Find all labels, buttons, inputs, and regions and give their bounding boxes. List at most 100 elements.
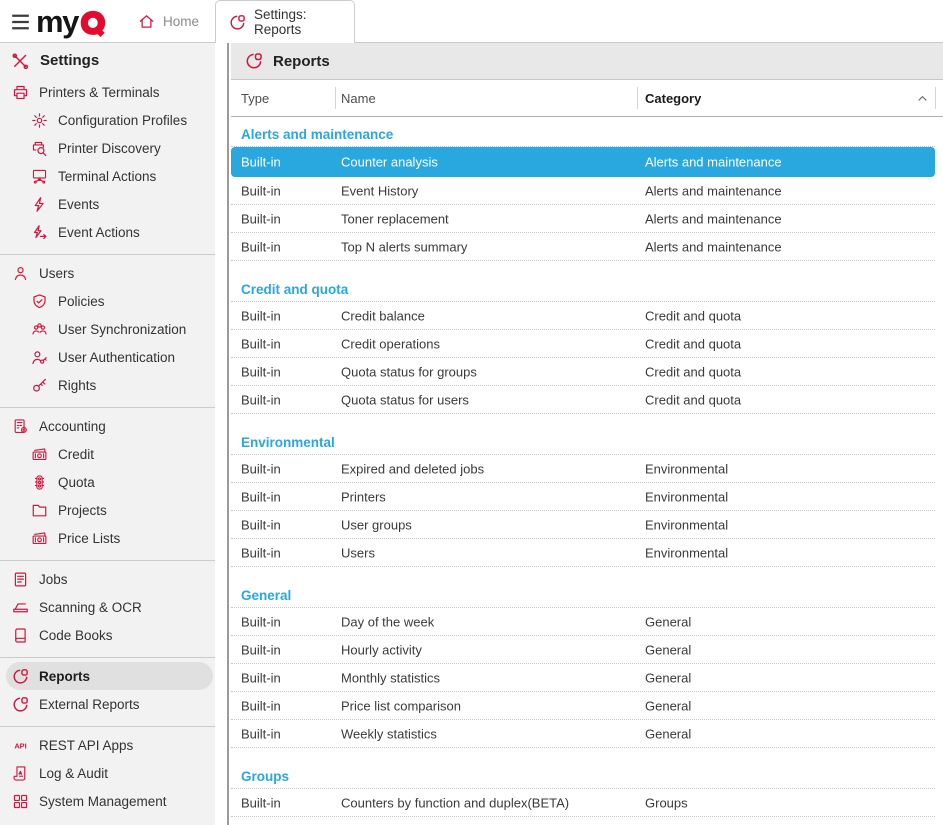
sidebar-item-terminal-actions[interactable]: Terminal Actions <box>0 162 215 190</box>
table-row-quota-status-for-groups[interactable]: Built-inQuota status for groupsCredit an… <box>231 358 935 386</box>
table-row-monthly-statistics[interactable]: Built-inMonthly statisticsGeneral <box>231 664 935 692</box>
sidebar-item-projects[interactable]: Projects <box>0 496 215 524</box>
cell-type: Built-in <box>241 336 281 351</box>
sidebar-item-configuration-profiles[interactable]: Configuration Profiles <box>0 106 215 134</box>
sidebar-item-user-authentication[interactable]: User Authentication <box>0 343 215 371</box>
table-row-credit-operations[interactable]: Built-inCredit operationsCredit and quot… <box>231 330 935 358</box>
scanner-icon <box>12 599 29 616</box>
user-key-icon <box>31 349 48 366</box>
printer-search-icon <box>31 140 48 157</box>
cell-type: Built-in <box>241 698 281 713</box>
table-row-counter-analysis[interactable]: Built-inCounter analysisAlerts and maint… <box>231 147 935 177</box>
cell-name: Price list comparison <box>341 698 461 713</box>
sidebar-item-system-management[interactable]: System Management <box>0 787 215 815</box>
cell-type: Built-in <box>241 795 281 810</box>
tab-settings-reports[interactable]: Settings: Reports <box>215 0 355 43</box>
sidebar-item-jobs[interactable]: Jobs <box>0 565 215 593</box>
sidebar-item-events[interactable]: Events <box>0 190 215 218</box>
cell-name: Credit operations <box>341 336 440 351</box>
sidebar-item-rest-api-apps[interactable]: APIREST API Apps <box>0 731 215 759</box>
scroll-icon <box>12 765 29 782</box>
sidebar-item-rights[interactable]: Rights <box>0 371 215 399</box>
report-group-environmental: Environmental Built-inExpired and deleted… <box>231 431 943 567</box>
cell-type: Built-in <box>241 183 281 198</box>
table-row-top-n-alerts-summary[interactable]: Built-inTop N alerts summaryAlerts and m… <box>231 233 935 261</box>
sidebar-item-user-synchronization[interactable]: User Synchronization <box>0 315 215 343</box>
sidebar-item-label: Event Actions <box>58 225 140 240</box>
sidebar-item-printers-terminals[interactable]: Printers & Terminals <box>0 78 215 106</box>
cell-type: Built-in <box>241 489 281 504</box>
svg-text:API: API <box>14 741 26 750</box>
cell-category: Environmental <box>645 545 728 560</box>
sidebar-item-event-actions[interactable]: Event Actions <box>0 218 215 246</box>
cell-name: Hourly activity <box>341 642 422 657</box>
sidebar-item-reports[interactable]: Reports <box>6 662 213 690</box>
sidebar-item-policies[interactable]: Policies <box>0 287 215 315</box>
main-panel: Reports Type Name Category Alerts and ma… <box>231 43 943 825</box>
sidebar-item-printer-discovery[interactable]: Printer Discovery <box>0 134 215 162</box>
table-row-expired-and-deleted-jobs[interactable]: Built-inExpired and deleted jobsEnvironm… <box>231 455 935 483</box>
table-row-hourly-activity[interactable]: Built-inHourly activityGeneral <box>231 636 935 664</box>
table-row-users[interactable]: Built-inUsersEnvironmental <box>231 539 935 567</box>
cell-type: Built-in <box>241 726 281 741</box>
sidebar-item-label: Log & Audit <box>39 766 108 781</box>
cell-type: Built-in <box>241 614 281 629</box>
sidebar-divider <box>0 726 215 727</box>
logo-q-icon <box>79 9 107 39</box>
group-header: Groups <box>231 765 935 789</box>
column-header-type[interactable]: Type <box>241 80 269 116</box>
tab-home[interactable]: Home <box>138 0 199 42</box>
tab-home-label: Home <box>163 14 199 29</box>
cell-name: Monthly statistics <box>341 670 440 685</box>
cell-name: Event History <box>341 183 418 198</box>
sidebar-item-price-lists[interactable]: Price Lists <box>0 524 215 552</box>
cell-category: Alerts and maintenance <box>645 211 782 226</box>
table-row-day-of-the-week[interactable]: Built-inDay of the weekGeneral <box>231 608 935 636</box>
report-group-credit-and-quota: Credit and quotaBuilt-inCredit balanceCr… <box>231 278 943 414</box>
reports-pie-icon <box>245 52 263 70</box>
hamburger-menu-icon[interactable] <box>9 12 32 32</box>
cell-type: Built-in <box>241 239 281 254</box>
sidebar-item-label: External Reports <box>39 697 140 712</box>
shield-check-icon <box>31 293 48 310</box>
sidebar-item-code-books[interactable]: Code Books <box>0 621 215 649</box>
table-row-printers[interactable]: Built-inPrintersEnvironmental <box>231 483 935 511</box>
sidebar-divider <box>0 560 215 561</box>
cell-name: Weekly statistics <box>341 726 437 741</box>
report-group-groups: GroupsBuilt-inCounters by function and d… <box>231 765 943 817</box>
sidebar-item-label: Events <box>58 197 99 212</box>
table-row-price-list-comparison[interactable]: Built-inPrice list comparisonGeneral <box>231 692 935 720</box>
sidebar-item-label: Projects <box>58 503 107 518</box>
cell-category: General <box>645 614 691 629</box>
column-header-name[interactable]: Name <box>341 80 376 116</box>
sidebar-divider <box>0 254 215 255</box>
cell-name: Credit balance <box>341 308 425 323</box>
sidebar-item-label: Users <box>39 266 74 281</box>
table-row-user-groups[interactable]: Built-inUser groupsEnvironmental <box>231 511 935 539</box>
sidebar-item-scanning-ocr[interactable]: Scanning & OCR <box>0 593 215 621</box>
sidebar-item-quota[interactable]: Quota <box>0 468 215 496</box>
sidebar-item-label: Price Lists <box>58 531 120 546</box>
table-row-weekly-statistics[interactable]: Built-inWeekly statisticsGeneral <box>231 720 935 748</box>
table-row-quota-status-for-users[interactable]: Built-inQuota status for usersCredit and… <box>231 386 935 414</box>
sidebar-item-users[interactable]: Users <box>0 259 215 287</box>
sort-asc-icon[interactable] <box>915 91 930 106</box>
table-row-credit-balance[interactable]: Built-inCredit balanceCredit and quota <box>231 302 935 330</box>
sidebar-item-label: Code Books <box>39 628 113 643</box>
sidebar-item-log-audit[interactable]: Log & Audit <box>0 759 215 787</box>
cell-name: Counter analysis <box>341 155 438 170</box>
tab-settings-reports-label: Settings: Reports <box>254 7 354 37</box>
cell-name: Printers <box>341 489 386 504</box>
pie-chart-icon <box>12 668 29 685</box>
table-row-toner-replacement[interactable]: Built-inToner replacementAlerts and main… <box>231 205 935 233</box>
sidebar-item-credit[interactable]: Credit <box>0 440 215 468</box>
api-icon: API <box>12 737 29 754</box>
sidebar-item-label: Jobs <box>39 572 68 587</box>
cell-category: General <box>645 642 691 657</box>
sidebar-item-external-reports[interactable]: External Reports <box>0 690 215 718</box>
table-row-event-history[interactable]: Built-inEvent HistoryAlerts and maintena… <box>231 177 935 205</box>
column-header-category[interactable]: Category <box>645 80 701 116</box>
sidebar-item-label: Quota <box>58 475 95 490</box>
table-row-counters-by-function-and-duplex-beta[interactable]: Built-inCounters by function and duplex(… <box>231 789 935 817</box>
sidebar-item-accounting[interactable]: Accounting <box>0 412 215 440</box>
